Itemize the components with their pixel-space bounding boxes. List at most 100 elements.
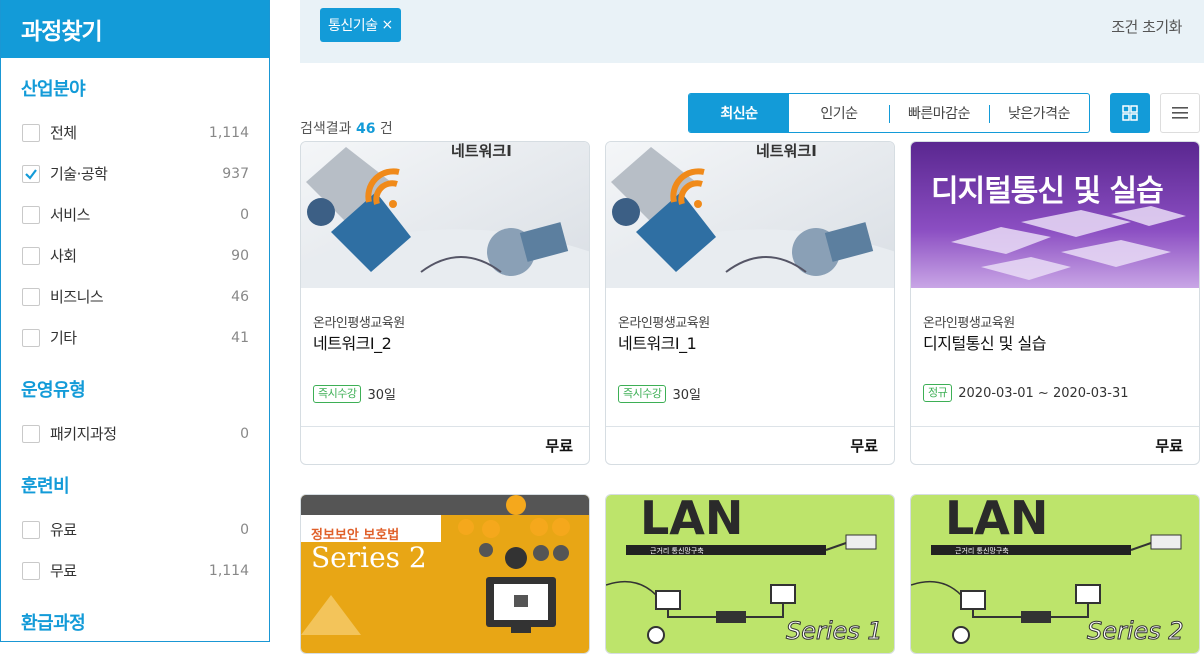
filter-count: 46 bbox=[231, 288, 249, 305]
filter-tag-label: 통신기술 bbox=[328, 18, 378, 34]
course-meta: 정규 2020-03-01 ~ 2020-03-31 bbox=[923, 384, 1129, 402]
course-card[interactable]: 디지털통신 및 실습 온라인평생교육원 디지털통신 및 실습 정규 2020-0… bbox=[910, 141, 1200, 465]
card-body: 온라인평생교육원 디지털통신 및 실습 정규 2020-03-01 ~ 2020… bbox=[911, 288, 1199, 426]
course-price: 무료 bbox=[911, 426, 1199, 464]
filter-label: 전체 bbox=[50, 124, 77, 142]
card-body: 온라인평생교육원 네트워크Ⅰ_2 즉시수강 30일 bbox=[301, 288, 589, 426]
course-card[interactable]: LAN 근거리 통신망구축 Series 2 bbox=[910, 494, 1200, 654]
active-filter-bar: 통신기술 × 조건 초기화 bbox=[300, 0, 1204, 63]
card-body: 온라인평생교육원 네트워크Ⅰ_1 즉시수강 30일 bbox=[606, 288, 894, 426]
thumbnail-series: Series 1 bbox=[786, 617, 884, 646]
filter-count: 41 bbox=[231, 329, 249, 346]
course-thumbnail: 디지털통신 및 실습 bbox=[911, 142, 1199, 288]
list-view-button[interactable] bbox=[1160, 93, 1200, 133]
filter-item-paid[interactable]: 유료 0 bbox=[1, 509, 269, 550]
close-icon[interactable]: × bbox=[382, 17, 394, 33]
course-thumbnail: 네트워크Ⅰ bbox=[606, 142, 894, 288]
filter-label: 무료 bbox=[50, 562, 77, 580]
filter-item-free[interactable]: 무료 1,114 bbox=[1, 550, 269, 591]
grid-icon bbox=[1122, 105, 1138, 121]
sort-tab-price[interactable]: 낮은가격순 bbox=[989, 94, 1089, 132]
course-provider: 온라인평생교육원 bbox=[313, 316, 405, 331]
filter-label: 사회 bbox=[50, 247, 77, 265]
reset-filters-button[interactable]: 조건 초기화 bbox=[1111, 16, 1182, 37]
sort-tabs: 최신순 인기순 빠른마감순 낮은가격순 bbox=[688, 93, 1090, 133]
grid-view-button[interactable] bbox=[1110, 93, 1150, 133]
course-title[interactable]: 디지털통신 및 실습 bbox=[923, 330, 1046, 354]
filter-count: 937 bbox=[222, 165, 249, 182]
checkbox[interactable] bbox=[22, 561, 40, 580]
filter-item-service[interactable]: 서비스 0 bbox=[1, 194, 269, 235]
course-meta: 즉시수강 30일 bbox=[313, 384, 396, 403]
thumbnail-title: 디지털통신 및 실습 bbox=[931, 174, 1164, 209]
filter-label: 서비스 bbox=[50, 206, 90, 224]
filter-item-society[interactable]: 사회 90 bbox=[1, 235, 269, 276]
course-thumbnail: 정보보안 보호법 Series 2 bbox=[301, 495, 589, 653]
course-meta: 즉시수강 30일 bbox=[618, 384, 701, 403]
section-title-refund-course: 환급과정 bbox=[21, 613, 86, 634]
result-prefix: 검색결과 bbox=[300, 121, 352, 137]
course-provider: 온라인평생교육원 bbox=[923, 316, 1015, 331]
filter-item-package[interactable]: 패키지과정 0 bbox=[1, 413, 269, 454]
course-thumbnail: LAN 근거리 통신망구축 Series 1 bbox=[606, 495, 894, 653]
course-title[interactable]: 네트워크Ⅰ_2 bbox=[313, 330, 392, 354]
checkbox[interactable] bbox=[22, 424, 40, 443]
thumbnail-caption: 근거리 통신망구축 bbox=[955, 547, 1009, 555]
course-title[interactable]: 네트워크Ⅰ_1 bbox=[618, 330, 697, 354]
thumbnail-title: 네트워크Ⅰ bbox=[756, 142, 817, 160]
result-number: 46 bbox=[355, 121, 376, 137]
filter-item-engineering[interactable]: 기술·공학 937 bbox=[1, 153, 269, 194]
result-suffix: 건 bbox=[379, 121, 393, 137]
sort-tab-latest[interactable]: 최신순 bbox=[689, 94, 789, 132]
checkbox[interactable] bbox=[22, 520, 40, 539]
sidebar-title: 과정찾기 bbox=[1, 0, 269, 58]
filter-label: 기타 bbox=[50, 329, 77, 347]
course-duration: 30일 bbox=[367, 388, 396, 403]
checkbox[interactable] bbox=[22, 123, 40, 142]
checkbox[interactable] bbox=[22, 287, 40, 306]
status-badge: 즉시수강 bbox=[313, 384, 362, 403]
section-title-industry: 산업분야 bbox=[21, 79, 86, 100]
filter-label: 기술·공학 bbox=[50, 165, 108, 183]
course-card[interactable]: LAN 근거리 통신망구축 Series 1 bbox=[605, 494, 895, 654]
thumbnail-series: Series 2 bbox=[311, 541, 427, 574]
checkbox[interactable] bbox=[22, 246, 40, 265]
course-thumbnail: 네트워크Ⅰ bbox=[301, 142, 589, 288]
checkbox[interactable] bbox=[22, 205, 40, 224]
filter-count: 1,114 bbox=[208, 124, 249, 141]
section-title-operation-type: 운영유형 bbox=[21, 380, 86, 401]
filter-sidebar: 과정찾기 산업분야 전체 1,114 기술·공학 937 서비스 0 사회 90… bbox=[0, 0, 270, 642]
filter-count: 90 bbox=[231, 247, 249, 264]
course-card[interactable]: 정보보안 보호법 Series 2 bbox=[300, 494, 590, 654]
course-card[interactable]: 네트워크Ⅰ 온라인평생교육원 네트워크Ⅰ_2 즉시수강 30일 무료 bbox=[300, 141, 590, 465]
course-duration: 30일 bbox=[672, 388, 701, 403]
filter-count: 0 bbox=[240, 425, 249, 442]
thumbnail-title: LAN bbox=[945, 495, 1049, 545]
thumbnail-title: 네트워크Ⅰ bbox=[451, 142, 512, 160]
course-period: 2020-03-01 ~ 2020-03-31 bbox=[958, 385, 1129, 401]
filter-count: 1,114 bbox=[208, 562, 249, 579]
course-thumbnail: LAN 근거리 통신망구축 Series 2 bbox=[911, 495, 1199, 653]
filter-label: 유료 bbox=[50, 521, 77, 539]
sort-tab-popular[interactable]: 인기순 bbox=[789, 94, 889, 132]
filter-count: 0 bbox=[240, 206, 249, 223]
sort-tab-deadline[interactable]: 빠른마감순 bbox=[889, 94, 989, 132]
filter-label: 비즈니스 bbox=[50, 288, 104, 306]
course-card[interactable]: 네트워크Ⅰ 온라인평생교육원 네트워크Ⅰ_1 즉시수강 30일 무료 bbox=[605, 141, 895, 465]
status-badge: 정규 bbox=[923, 384, 953, 402]
course-price: 무료 bbox=[301, 426, 589, 464]
filter-tag[interactable]: 통신기술 × bbox=[320, 8, 401, 42]
filter-count: 0 bbox=[240, 521, 249, 538]
filter-item-etc[interactable]: 기타 41 bbox=[1, 317, 269, 358]
filter-item-all[interactable]: 전체 1,114 bbox=[1, 112, 269, 153]
filter-label: 패키지과정 bbox=[50, 425, 117, 443]
thumbnail-title: LAN bbox=[640, 495, 744, 545]
course-price: 무료 bbox=[606, 426, 894, 464]
status-badge: 즉시수강 bbox=[618, 384, 667, 403]
filter-item-business[interactable]: 비즈니스 46 bbox=[1, 276, 269, 317]
result-count: 검색결과 46 건 bbox=[300, 118, 393, 138]
checkbox-checked[interactable] bbox=[22, 164, 40, 183]
checkbox[interactable] bbox=[22, 328, 40, 347]
course-provider: 온라인평생교육원 bbox=[618, 316, 710, 331]
section-title-training-fee: 훈련비 bbox=[21, 476, 70, 497]
